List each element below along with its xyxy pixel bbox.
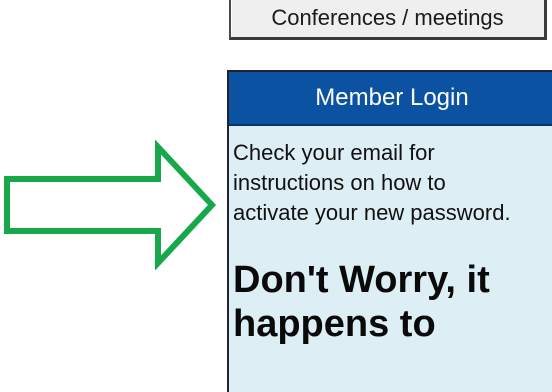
login-instructions-text: Check your email for instructions on how… bbox=[233, 140, 511, 225]
member-login-body: Check your email for instructions on how… bbox=[229, 126, 552, 346]
conferences-meetings-button[interactable]: Conferences / meetings bbox=[229, 0, 547, 40]
dont-worry-heading: Don't Worry, it happens to bbox=[233, 258, 552, 346]
dont-worry-heading-line1: Don't Worry, it bbox=[233, 259, 490, 301]
member-login-header: Member Login bbox=[229, 72, 552, 126]
arrow-shape bbox=[4, 140, 217, 270]
dont-worry-heading-line2: happens to bbox=[233, 303, 436, 345]
page-viewport: Conferences / meetings Member Login Chec… bbox=[0, 0, 552, 392]
member-login-panel: Member Login Check your email for instru… bbox=[227, 70, 552, 392]
arrow-right-outline-icon bbox=[4, 140, 217, 270]
